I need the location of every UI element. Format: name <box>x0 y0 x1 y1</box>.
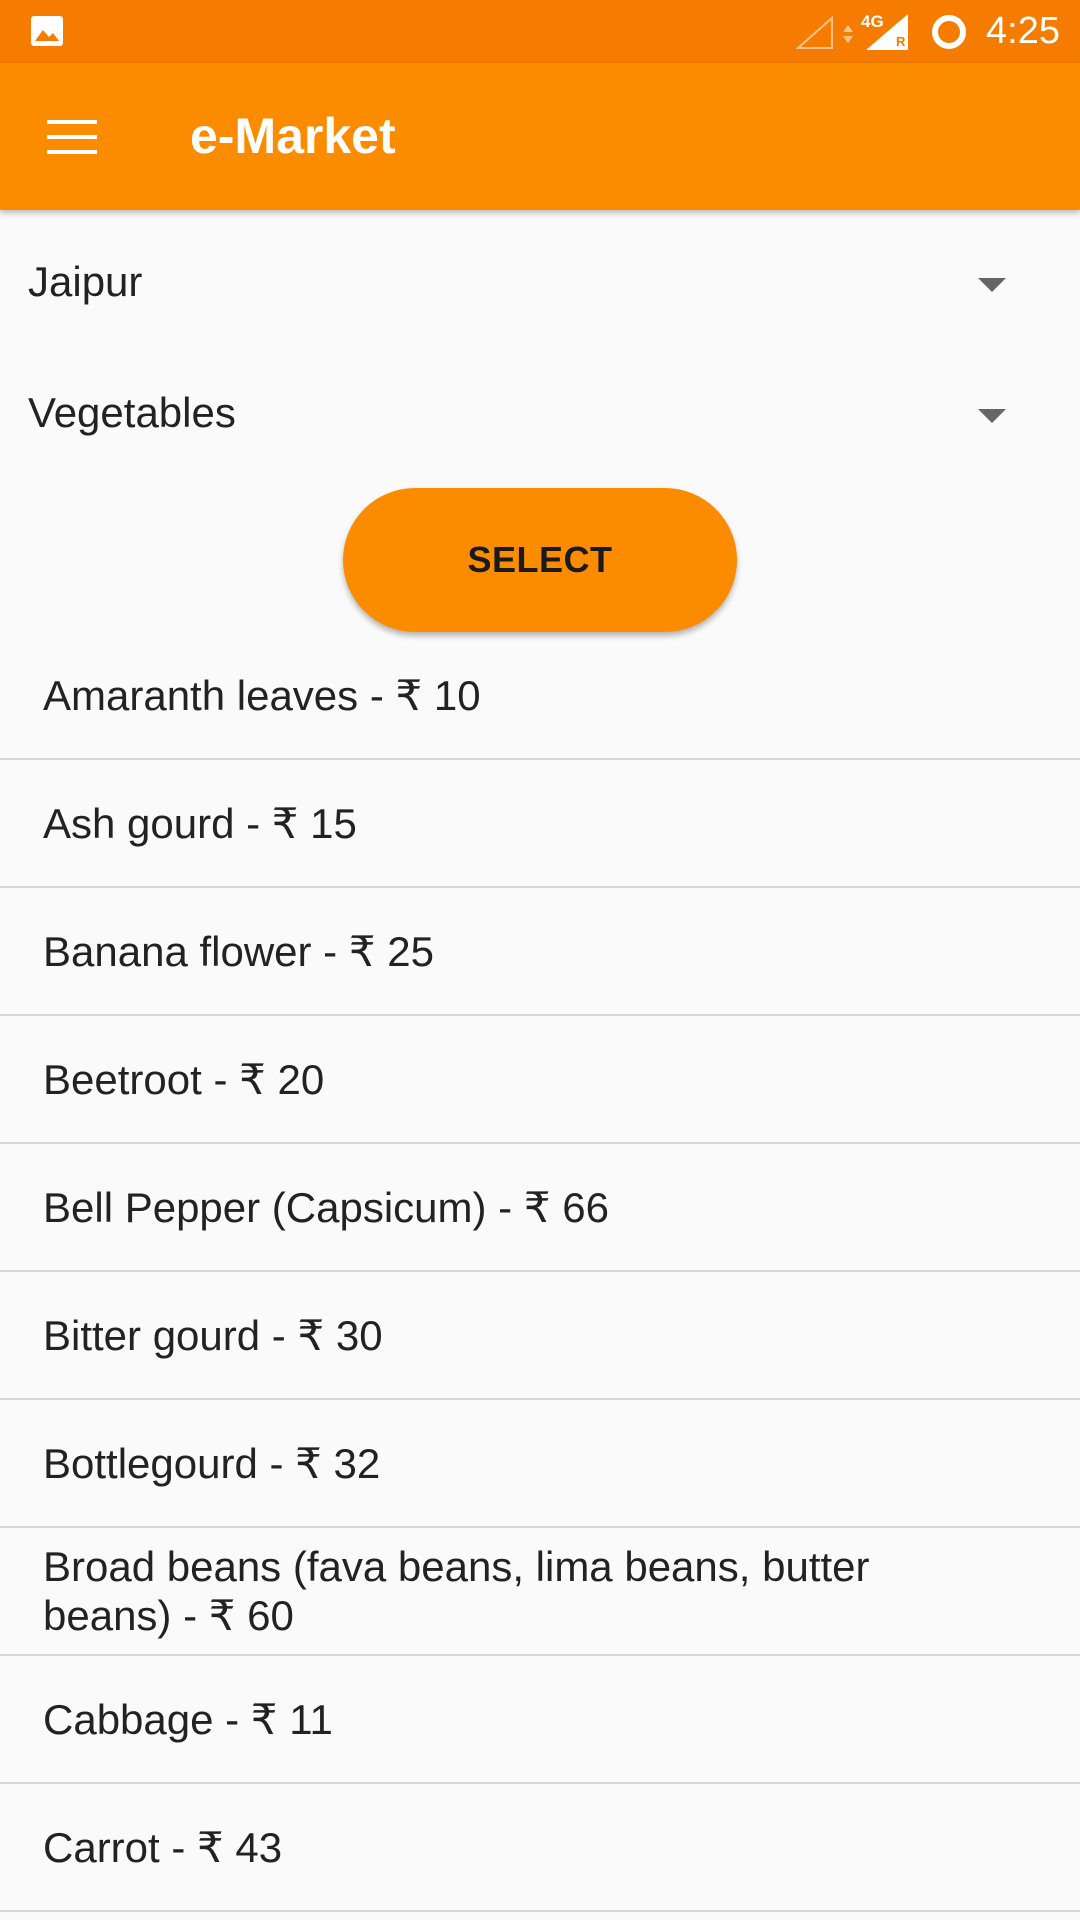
list-item[interactable]: Bitter gourd - ₹ 30 <box>0 1272 1080 1400</box>
category-spinner[interactable]: Vegetables <box>0 357 1080 477</box>
list-item[interactable]: Broad beans (fava beans, lima beans, but… <box>0 1528 1080 1656</box>
list-item[interactable]: Beetroot - ₹ 20 <box>0 1016 1080 1144</box>
battery-ring-icon <box>932 15 966 49</box>
city-spinner[interactable]: Jaipur <box>0 226 1080 346</box>
hamburger-menu-icon <box>47 120 97 154</box>
dropdown-arrow-icon <box>978 409 1006 423</box>
product-list: Amaranth leaves - ₹ 10 Ash gourd - ₹ 15 … <box>0 632 1080 1912</box>
list-item[interactable]: Bell Pepper (Capsicum) - ₹ 66 <box>0 1144 1080 1272</box>
list-item-label: Cabbage - ₹ 11 <box>43 1695 333 1743</box>
network-type-label: 4G <box>861 12 884 31</box>
signal-empty-icon <box>796 16 833 49</box>
list-item-label: Ash gourd - ₹ 15 <box>43 799 357 847</box>
select-button[interactable]: SELECT <box>343 488 737 632</box>
list-item[interactable]: Banana flower - ₹ 25 <box>0 888 1080 1016</box>
gallery-icon <box>31 16 63 46</box>
list-item-label: Beetroot - ₹ 20 <box>43 1055 325 1103</box>
menu-button[interactable] <box>30 97 114 177</box>
list-item-label: Carrot - ₹ 43 <box>43 1823 283 1871</box>
status-bar: 4G R 4:25 <box>0 0 1080 63</box>
data-arrows-icon <box>843 25 853 43</box>
roaming-label: R <box>896 34 906 49</box>
list-item-label: Bitter gourd - ₹ 30 <box>43 1311 383 1359</box>
app-title: e-Market <box>190 108 396 164</box>
list-item-label: Banana flower - ₹ 25 <box>43 927 434 975</box>
list-item-label: Amaranth leaves - ₹ 10 <box>43 671 481 719</box>
list-item[interactable]: Amaranth leaves - ₹ 10 <box>0 632 1080 760</box>
list-item-label: Bottlegourd - ₹ 32 <box>43 1439 381 1487</box>
list-item[interactable]: Ash gourd - ₹ 15 <box>0 760 1080 888</box>
city-spinner-value: Jaipur <box>28 258 143 305</box>
app-bar: e-Market <box>0 63 1080 210</box>
list-item[interactable]: Cabbage - ₹ 11 <box>0 1656 1080 1784</box>
list-item-label: Bell Pepper (Capsicum) - ₹ 66 <box>43 1183 609 1231</box>
category-spinner-value: Vegetables <box>28 389 236 436</box>
dropdown-arrow-icon <box>978 278 1006 292</box>
status-clock: 4:25 <box>986 10 1060 52</box>
list-item-label: Broad beans (fava beans, lima beans, but… <box>43 1543 870 1639</box>
list-item[interactable]: Carrot - ₹ 43 <box>0 1784 1080 1912</box>
list-item[interactable]: Bottlegourd - ₹ 32 <box>0 1400 1080 1528</box>
